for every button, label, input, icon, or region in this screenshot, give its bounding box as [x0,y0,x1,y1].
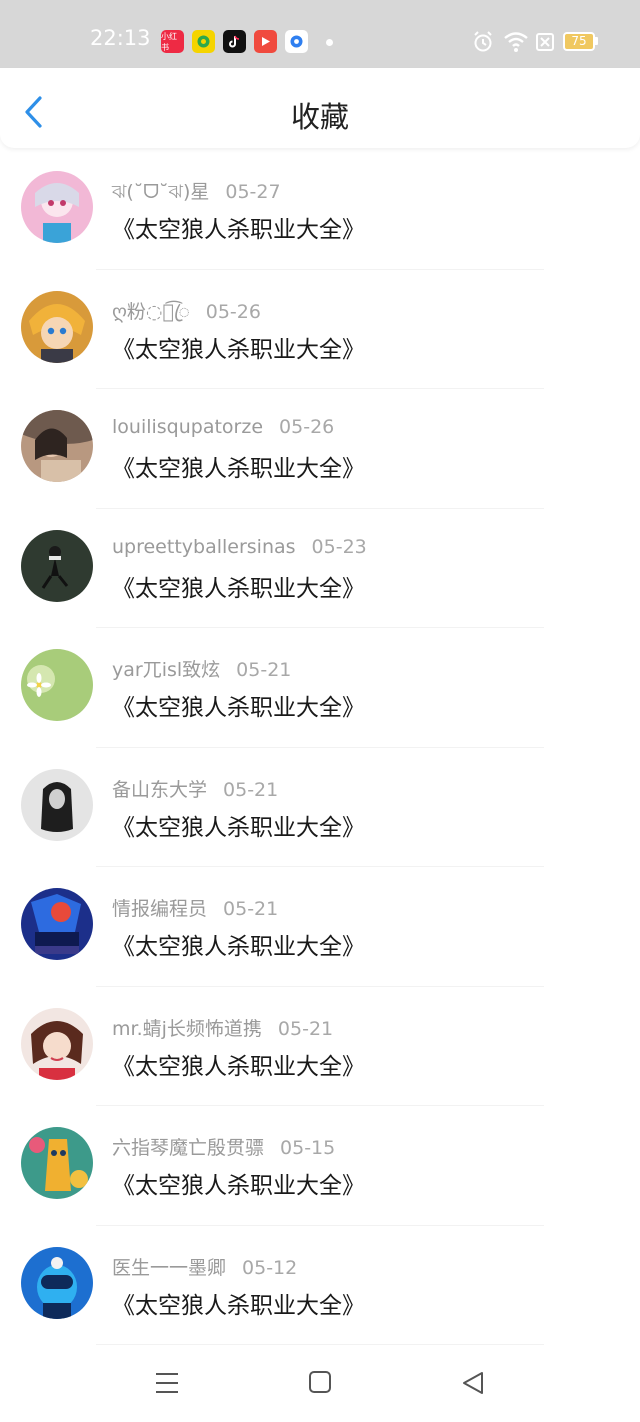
favorite-user: 医生一一墨卿 [112,1256,227,1279]
favorite-user: ঝ(˘ᗜ˘ঝ)星 [112,181,210,203]
favorite-meta: louilisqupatorze 05-26 [112,416,334,438]
avatar [21,888,93,960]
favorite-date: 05-23 [311,535,367,558]
list-item[interactable]: 备山东大学 05-21 《太空狼人杀职业大全》 [0,748,640,867]
list-item[interactable]: upreettyballersinas 05-23 《太空狼人杀职业大全》 [0,509,640,628]
list-item[interactable]: louilisqupatorze 05-26 《太空狼人杀职业大全》 [0,389,640,509]
list-item[interactable]: 医生一一墨卿 05-12 《太空狼人杀职业大全》 [0,1226,640,1345]
status-time: 22:13 [90,26,151,50]
favorite-date: 05-21 [223,778,279,801]
favorite-meta: ঝ(˘ᗜ˘ঝ)星 05-27 [112,177,281,210]
list-item[interactable]: ღ粉◌ใ͡ꦿ 05-26 《太空狼人杀职业大全》 [0,270,640,389]
sim-off-icon [535,31,555,57]
list-item[interactable]: ঝ(˘ᗜ˘ঝ)星 05-27 《太空狼人杀职业大全》 [0,150,640,270]
favorite-title: 《太空狼人杀职业大全》 [112,1292,365,1319]
nav-bar [0,1346,640,1422]
favorite-meta: yar兀isl致炫 05-21 [112,655,291,682]
favorite-date: 05-21 [223,898,279,920]
avatar [21,768,93,841]
favorite-date: 05-27 [225,181,281,203]
page-title: 收藏 [290,100,349,134]
favorite-date: 05-15 [280,1137,336,1159]
favorite-title: 《太空狼人杀职业大全》 [112,336,365,363]
divider [96,1344,544,1345]
header: 收藏 [0,68,640,148]
notification-dot [326,39,333,46]
xiaohongshu-icon: 小红书 [161,30,184,53]
favorite-date: 05-12 [242,1256,298,1279]
battery-icon: 75 [563,32,595,51]
avatar [21,1127,93,1199]
qq-music-icon [192,30,215,53]
avatar [21,171,93,243]
avatar [21,410,93,482]
favorite-title: 《太空狼人杀职业大全》 [112,1173,365,1199]
favorite-title: 《太空狼人杀职业大全》 [112,1053,365,1080]
favorite-date: 05-26 [279,416,335,438]
list-item[interactable]: 情报编程员 05-21 《太空狼人杀职业大全》 [0,867,640,987]
status-bar: 22:13 小红书 75 [0,0,640,68]
favorite-meta: upreettyballersinas 05-23 [112,536,367,558]
avatar [21,529,93,602]
favorite-meta: 六指琴魔亡殷贯骠 05-15 [112,1133,335,1160]
tiktok-icon [223,30,246,53]
favorite-date: 05-21 [277,1017,334,1040]
favorite-title: 《太空狼人杀职业大全》 [112,814,365,841]
favorite-user: yar兀isl致炫 [112,659,221,681]
favorite-meta: 医生一一墨卿 05-12 [112,1253,297,1280]
home-square-icon[interactable] [308,1370,332,1398]
favorite-user: upreettyballersinas [112,535,296,558]
favorite-user: louilisqupatorze [112,416,264,438]
avatar [21,1246,93,1319]
list-item[interactable]: 六指琴魔亡殷贯骠 05-15 《太空狼人杀职业大全》 [0,1106,640,1226]
back-triangle-icon[interactable] [460,1370,486,1400]
favorite-meta: 情报编程员 05-21 [112,894,278,921]
avatar [21,290,93,363]
favorite-title: 《太空狼人杀职业大全》 [112,456,365,482]
favorite-user: 六指琴魔亡殷贯骠 [112,1137,265,1159]
favorite-title: 《太空狼人杀职业大全》 [112,217,365,243]
video-app-icon [254,30,277,53]
favorite-meta: mr.蜻j长频怖道携 05-21 [112,1014,333,1041]
favorite-meta: 备山东大学 05-21 [112,775,278,802]
favorite-user: ღ粉◌ใ͡ꦿ [112,300,190,323]
favorite-user: mr.蜻j长频怖道携 [112,1017,262,1040]
avatar [21,649,93,721]
favorite-title: 《太空狼人杀职业大全》 [112,934,365,960]
favorite-title: 《太空狼人杀职业大全》 [112,695,365,721]
favorite-date: 05-26 [205,300,261,323]
alarm-icon [473,31,493,57]
wifi-icon [503,31,529,57]
list-item[interactable]: mr.蜻j长频怖道携 05-21 《太空狼人杀职业大全》 [0,987,640,1106]
battery-nub [595,37,598,45]
list-item[interactable]: yar兀isl致炫 05-21 《太空狼人杀职业大全》 [0,628,640,748]
favorite-user: 备山东大学 [112,778,208,801]
favorites-list: ঝ(˘ᗜ˘ঝ)星 05-27 《太空狼人杀职业大全》 ღ粉◌ใ͡ꦿ 05-26 《太… [0,150,640,1345]
avatar [21,1007,93,1080]
battery-level: 75 [571,34,587,48]
favorite-user: 情报编程员 [112,898,208,920]
favorite-title: 《太空狼人杀职业大全》 [112,575,365,602]
browser-icon [285,30,308,53]
menu-icon[interactable] [154,1370,180,1400]
favorite-date: 05-21 [236,659,292,681]
